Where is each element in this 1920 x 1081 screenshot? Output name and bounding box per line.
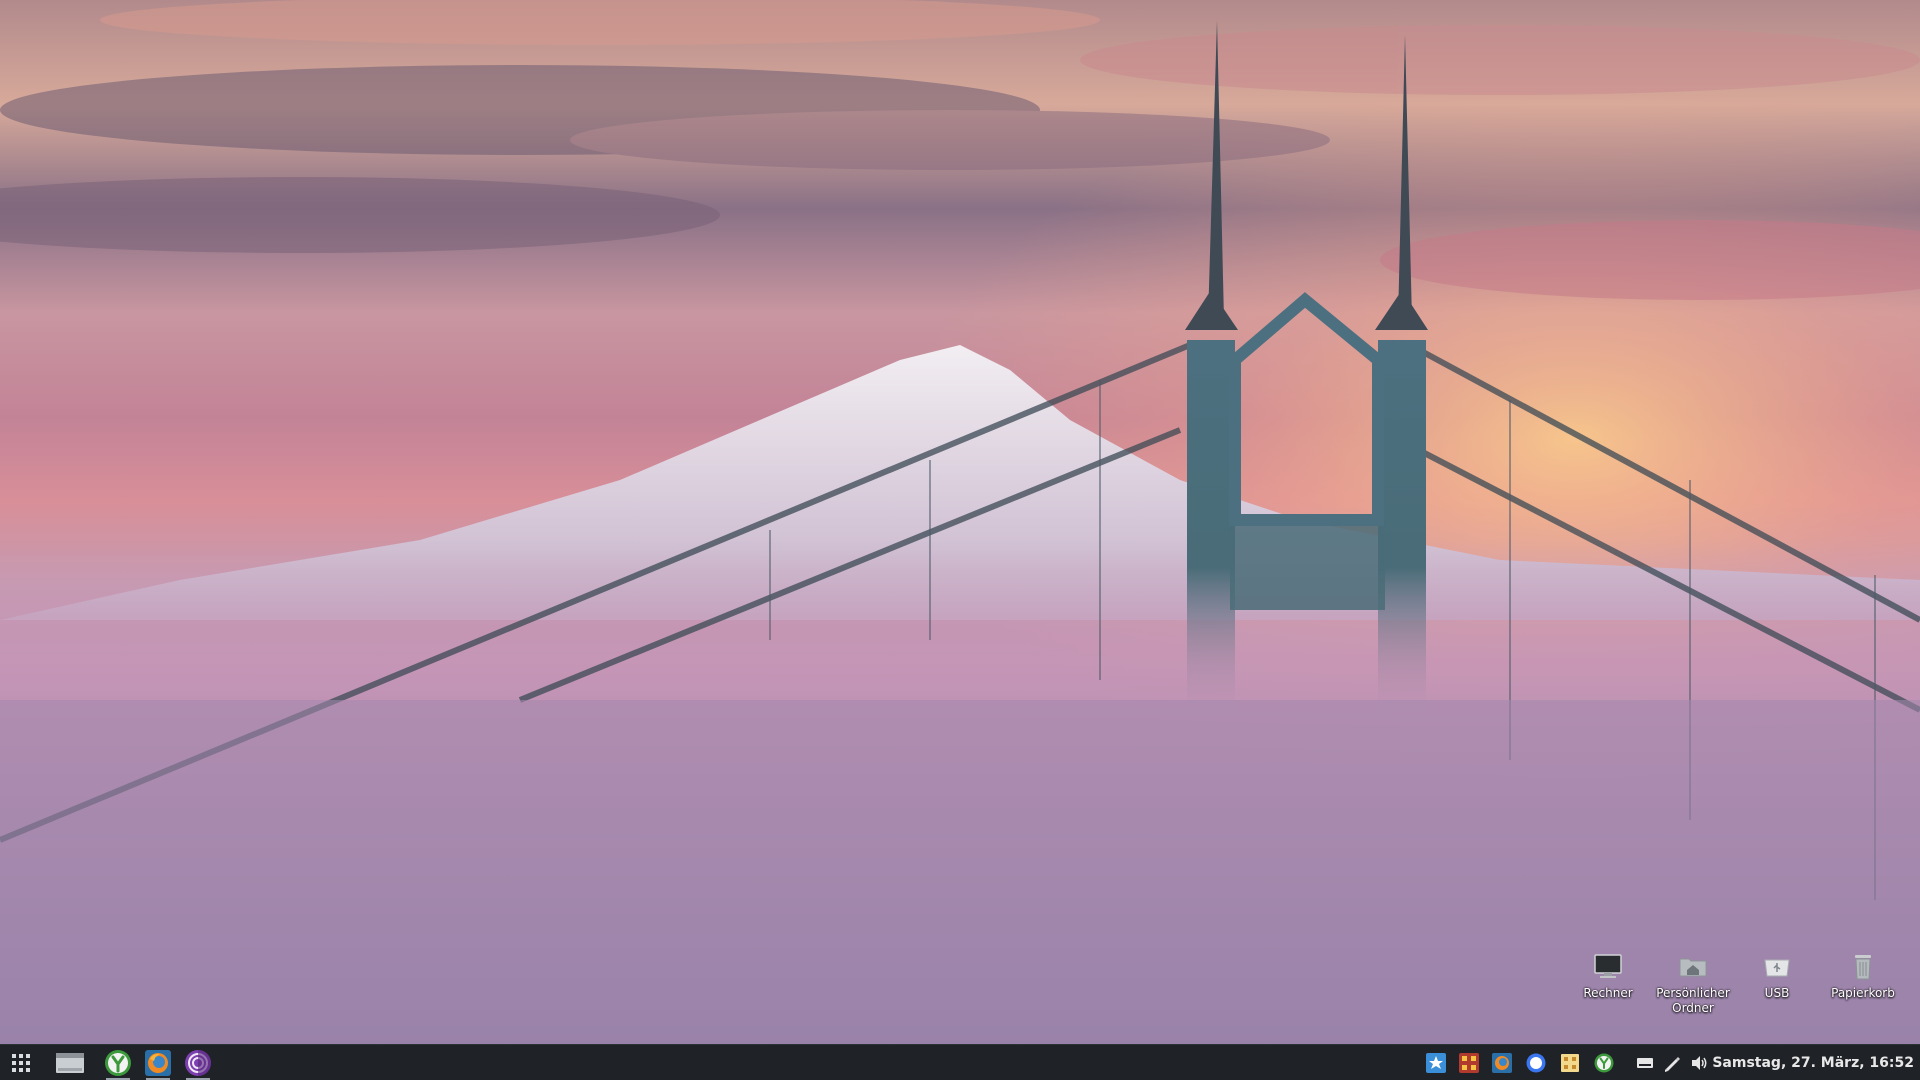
desktop-icon-label: Papierkorb (1831, 986, 1895, 1000)
wallpaper-image (0, 0, 1920, 1044)
tray-signal[interactable] (1526, 1053, 1546, 1073)
green-app-launcher[interactable] (103, 1048, 133, 1080)
red-grid-icon (1459, 1053, 1479, 1073)
keyboard-icon (1637, 1058, 1653, 1068)
volume-icon (1692, 1056, 1707, 1070)
tray-notes[interactable] (1560, 1053, 1580, 1073)
desktop-icon-home-folder[interactable]: Persönlicher Ordner (1650, 950, 1736, 1016)
tray-volume[interactable] (1690, 1053, 1710, 1073)
signal-icon (1526, 1053, 1546, 1073)
desktop-icon-label: Rechner (1583, 986, 1633, 1000)
show-desktop-icon (56, 1053, 84, 1073)
taskbar: Samstag, 27. März, 16:52 (0, 1044, 1920, 1080)
tray-red-grid[interactable] (1459, 1053, 1479, 1073)
desktop-icon-usb[interactable]: USB (1734, 950, 1820, 1001)
firefox-icon (145, 1050, 171, 1076)
app-grid-icon (12, 1054, 30, 1072)
tray-pen[interactable] (1662, 1053, 1682, 1073)
trash-icon (1855, 955, 1871, 980)
firefox-tray-icon (1492, 1053, 1512, 1073)
tor-browser-launcher[interactable] (183, 1048, 213, 1080)
tray-green-y[interactable] (1594, 1053, 1614, 1073)
blue-star-icon (1426, 1053, 1446, 1073)
clock[interactable]: Samstag, 27. März, 16:52 (1712, 1045, 1914, 1081)
firefox-launcher[interactable] (143, 1048, 173, 1080)
desktop-icon-papierkorb[interactable]: Papierkorb (1820, 950, 1906, 1001)
usb-drive-icon (1764, 959, 1790, 977)
green-y-tray-icon (1594, 1053, 1614, 1073)
computer-icon (1594, 954, 1622, 978)
desktop-icon-label: USB (1764, 986, 1790, 1000)
tor-browser-icon (185, 1050, 211, 1076)
notes-icon (1561, 1054, 1579, 1072)
desktop-icon-rechner[interactable]: Rechner (1565, 950, 1651, 1001)
home-folder-icon (1679, 958, 1707, 977)
tray-blue-star[interactable] (1426, 1053, 1446, 1073)
app-menu-button[interactable] (6, 1048, 36, 1078)
desktop-icon-label: Persönlicher Ordner (1656, 986, 1730, 1015)
tray-firefox[interactable] (1492, 1053, 1512, 1073)
show-desktop-button[interactable] (52, 1048, 88, 1078)
pen-icon (1665, 1057, 1680, 1072)
tray-keyboard[interactable] (1635, 1053, 1655, 1073)
green-y-icon (105, 1050, 131, 1076)
desktop[interactable]: Rechner Persönlicher Ordner USB Papierko… (0, 0, 1920, 1044)
